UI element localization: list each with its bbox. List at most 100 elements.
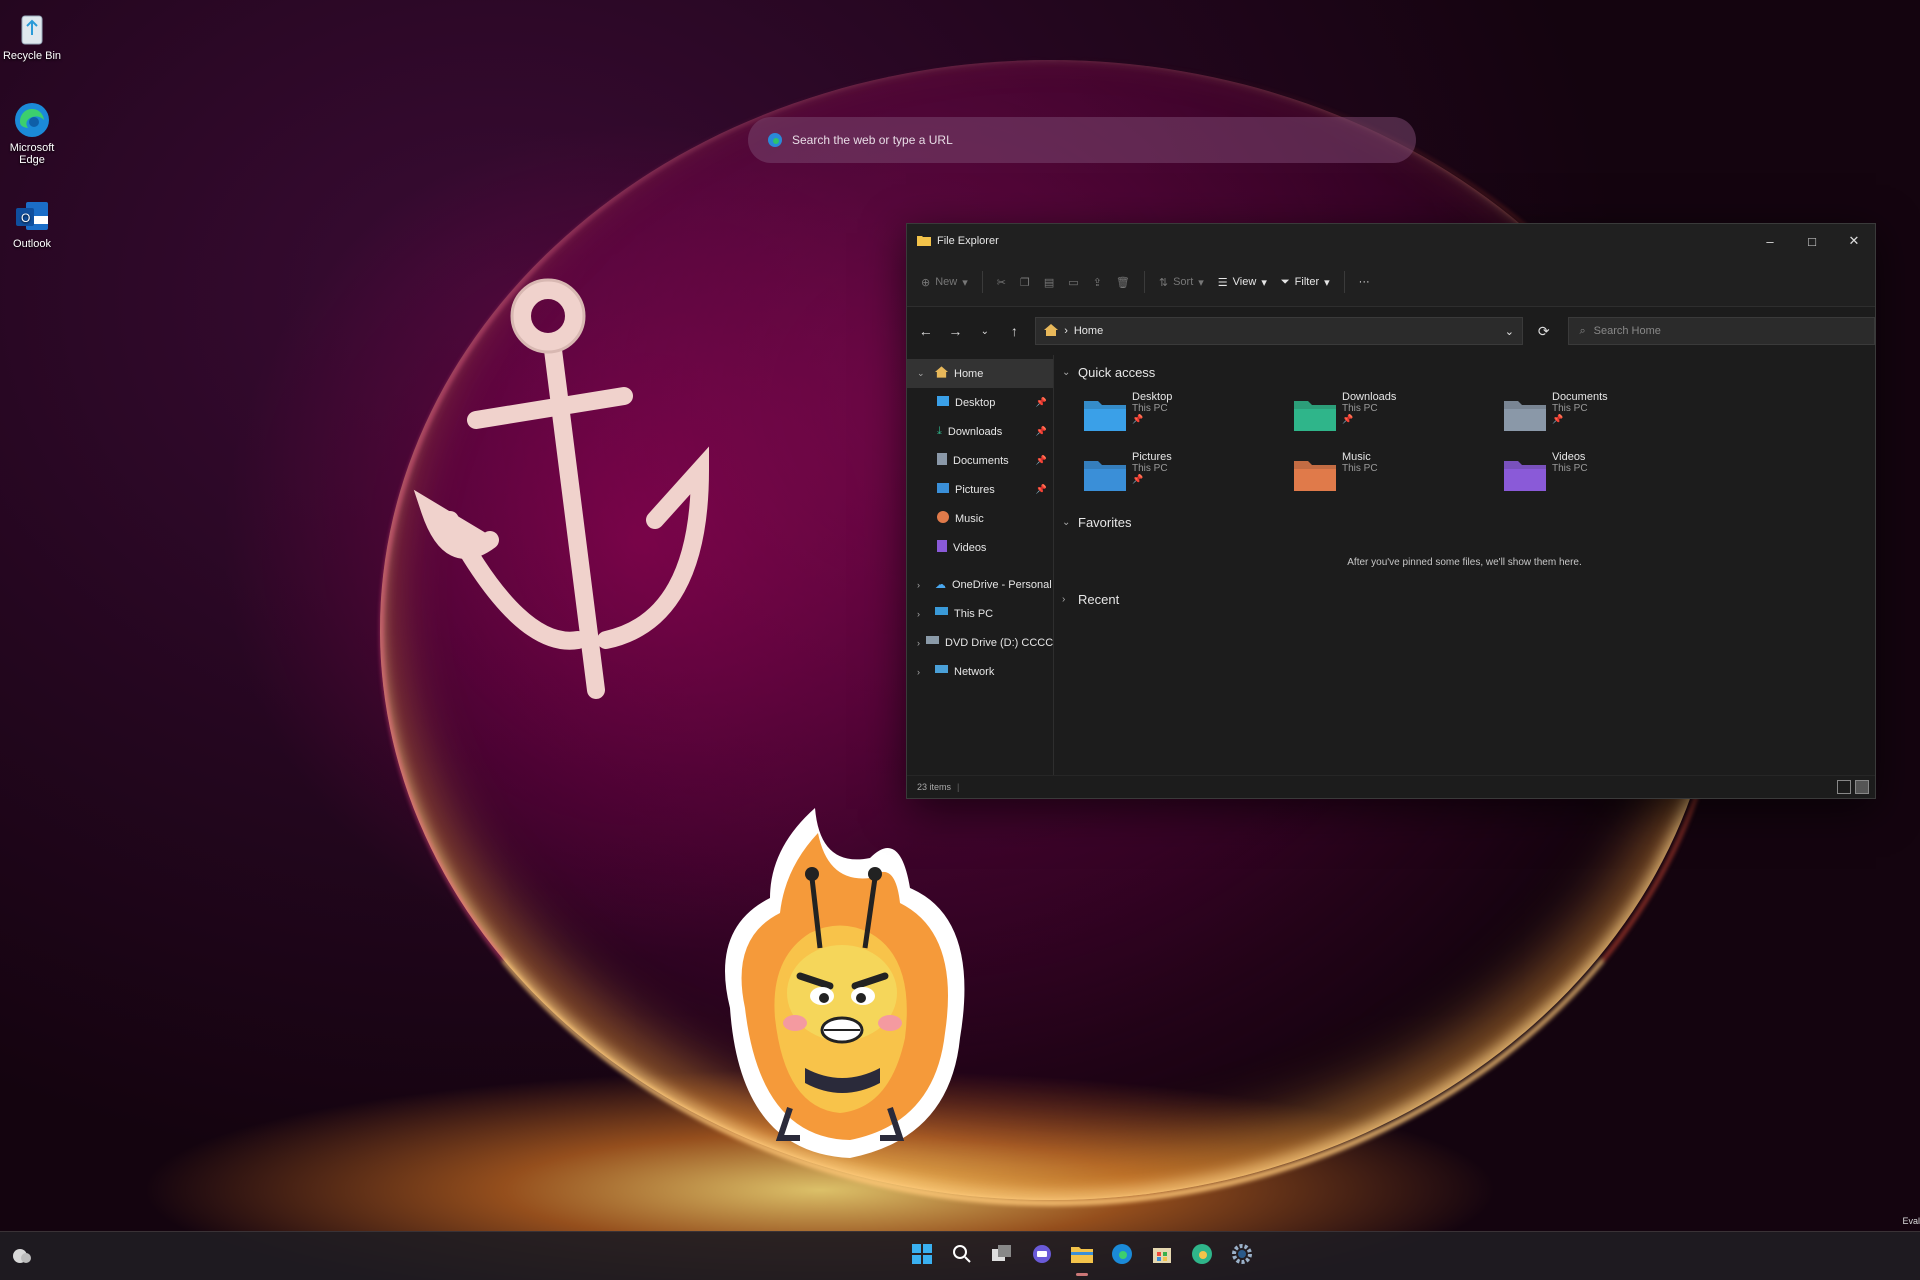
web-search-bar[interactable]: Search the web or type a URL [748,117,1416,163]
cloud-icon: ☁ [935,579,946,591]
pin-icon: 📌 [1552,414,1564,424]
maximize-button[interactable]: □ [1791,224,1833,258]
nav-item-dvd-drive[interactable]: › DVD Drive (D:) CCCC [907,628,1053,657]
new-button[interactable]: ⊕ New ▾ [921,276,968,289]
title-bar[interactable]: File Explorer – □ ✕ [907,224,1875,258]
pin-icon: 📌 [1035,397,1047,407]
nav-item-documents[interactable]: Documents 📌 [907,446,1053,475]
chevron-down-icon[interactable]: ⌄ [1505,325,1514,338]
details-view-button[interactable] [1837,780,1851,794]
breadcrumb-home[interactable]: Home [1074,325,1103,337]
nav-item-onedrive[interactable]: › ☁ OneDrive - Personal [907,570,1053,599]
quick-access-item[interactable]: Documents This PC 📌 [1504,391,1714,443]
paste-icon: ▤ [1043,276,1055,289]
up-arrow-icon[interactable]: ↑ [1006,323,1024,339]
nav-item-this-pc[interactable]: › This PC [907,599,1053,628]
navigation-pane: ⌄ Home Desktop 📌 ⤓ Downloads 📌 Documents 📌 … [907,355,1054,776]
section-title: Recent [1078,591,1120,607]
recent-locations-chevron-icon[interactable]: ⌄ [976,326,994,337]
quick-access-item[interactable]: Music This PC [1294,451,1504,503]
sort-button[interactable]: ⇅ Sort ▾ [1159,276,1204,289]
cut-button[interactable]: ✂ [997,276,1006,289]
search-icon [952,1244,972,1269]
desktop-icon-outlook[interactable]: O Outlook [0,196,64,250]
search-home-input[interactable]: ⌕ Search Home [1568,317,1876,345]
task-view-button[interactable] [986,1240,1018,1272]
section-title: Quick access [1078,364,1156,380]
quick-access-item[interactable]: Desktop This PC 📌 [1084,391,1294,443]
minimize-button[interactable]: – [1749,224,1791,258]
refresh-icon[interactable]: ⟳ [1535,323,1553,340]
quick-access-name: Downloads [1342,391,1397,403]
nav-item-desktop[interactable]: Desktop 📌 [907,388,1053,417]
trash-icon: 🗑 [1115,276,1130,289]
section-recent[interactable]: › Recent [1062,586,1867,612]
share-button[interactable]: ⇪ [1093,276,1102,289]
more-options-button[interactable]: ··· [1359,276,1370,288]
new-label: New [935,276,958,288]
back-arrow-icon[interactable]: ← [917,323,935,339]
edge-taskbar-button[interactable] [1106,1240,1138,1272]
computer-icon [935,607,948,620]
chevron-right-icon: › [917,637,920,648]
quick-access-location: This PC [1342,403,1378,414]
desktop-icon-edge[interactable]: Microsoft Edge [0,100,64,166]
store-taskbar-button[interactable] [1146,1240,1178,1272]
address-row: ← → ⌄ ↑ › Home ⌄ ⟳ ⌕ Search Home [907,307,1876,355]
quick-access-location: This PC [1552,463,1588,474]
desktop-folder-icon [937,396,949,409]
filter-button[interactable]: ⏷ Filter ▾ [1281,276,1330,289]
file-explorer-taskbar-button[interactable] [1066,1240,1098,1276]
nav-item-home[interactable]: ⌄ Home [907,359,1053,388]
quick-access-item[interactable]: Downloads This PC 📌 [1294,391,1504,443]
copy-button[interactable]: ❐ [1020,276,1030,289]
chevron-right-icon: › [917,666,920,677]
settings-taskbar-button[interactable] [1226,1240,1258,1272]
delete-button[interactable]: 🗑 [1116,276,1130,289]
tiles-view-button[interactable] [1855,780,1869,794]
dvd-drive-icon [926,636,939,649]
quick-access-item[interactable]: Videos This PC [1504,451,1714,503]
edge-canary-taskbar-button[interactable] [1186,1240,1218,1272]
rename-button[interactable]: ▭ [1068,276,1078,289]
nav-label: Documents [953,454,1009,467]
chat-button[interactable] [1026,1240,1058,1272]
address-bar[interactable]: › Home ⌄ [1035,317,1523,345]
pin-icon: 📌 [1342,414,1354,424]
folder-icon [1294,457,1336,491]
nav-item-music[interactable]: Music [907,504,1053,533]
close-button[interactable]: ✕ [1833,224,1875,258]
nav-label: Music [955,512,984,525]
quick-access-name: Music [1342,451,1371,463]
nav-label: DVD Drive (D:) CCCC [945,636,1053,649]
toolbar-divider [1143,271,1145,293]
sort-label: Sort [1173,276,1194,288]
anchor-sticker[interactable] [410,270,730,715]
view-button[interactable]: ☰ View ▾ [1218,276,1267,289]
nav-label: OneDrive - Personal [952,578,1052,591]
nav-item-pictures[interactable]: Pictures 📌 [907,475,1053,504]
nav-item-network[interactable]: › Network [907,657,1053,686]
quick-access-item[interactable]: Pictures This PC 📌 [1084,451,1294,503]
nav-item-videos[interactable]: Videos [907,533,1053,562]
forward-arrow-icon[interactable]: → [947,323,965,339]
scissors-icon: ✂ [996,276,1006,289]
folder-icon [1504,457,1546,491]
section-quick-access[interactable]: ⌄ Quick access [1062,359,1867,385]
chevron-down-icon: ▾ [962,276,968,289]
start-button[interactable] [906,1240,938,1272]
weather-widget-icon[interactable] [10,1244,34,1268]
video-icon [937,540,947,555]
nav-item-downloads[interactable]: ⤓ Downloads 📌 [907,417,1053,446]
file-explorer-window[interactable]: File Explorer – □ ✕ ⊕ New ▾ ✂ ❐ ▤ ▭ ⇪ 🗑 ⇅ S… [906,223,1876,799]
taskbar-search-button[interactable] [946,1240,978,1272]
angry-bee-sticker[interactable] [700,808,990,1173]
view-label: View [1232,276,1257,288]
nav-label: Home [954,367,984,380]
desktop-icon-recycle-bin[interactable]: Recycle Bin [0,8,64,62]
paste-button[interactable]: ▤ [1044,276,1054,289]
edge-icon [1111,1243,1133,1270]
section-favorites[interactable]: ⌄ Favorites [1062,509,1867,535]
nav-label: Desktop [955,396,996,409]
folder-icon [1504,397,1546,431]
